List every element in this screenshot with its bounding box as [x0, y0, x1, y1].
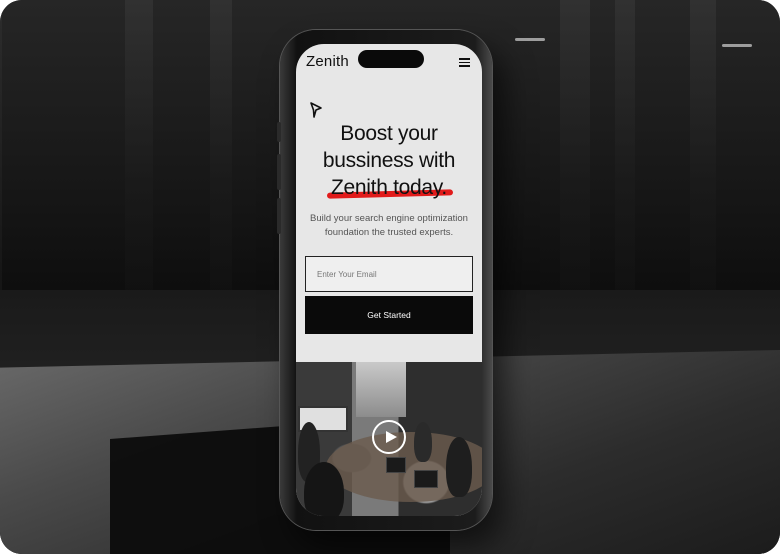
video-person [414, 422, 432, 462]
video-person [304, 462, 344, 516]
phone-screen: Zenith Boost your bussiness with Zenith … [296, 44, 482, 516]
headline-line-2: bussiness with [322, 149, 456, 172]
hero-subtitle: Build your search engine optimization fo… [310, 213, 468, 238]
phone-side-button [277, 122, 281, 142]
wall-panel [560, 0, 590, 310]
phone-device: Zenith Boost your bussiness with Zenith … [277, 30, 492, 530]
sparkle-icon [310, 102, 322, 118]
ceiling-light [722, 44, 752, 47]
play-icon [385, 431, 397, 443]
get-started-button[interactable]: Get Started [305, 296, 473, 334]
mockup-scene: Zenith Boost your bussiness with Zenith … [0, 0, 780, 554]
headline-line-1: Boost your [340, 122, 438, 145]
headline-highlight: Zenith today. [326, 174, 454, 201]
dynamic-island [358, 50, 424, 68]
ceiling-light [515, 38, 545, 41]
wall-panel [125, 0, 153, 310]
email-input[interactable]: Enter Your Email [305, 256, 473, 292]
hamburger-menu-icon[interactable] [459, 58, 470, 67]
wall-panel [690, 0, 716, 310]
phone-side-button [277, 198, 281, 234]
video-window [356, 362, 406, 417]
hero-headline: Boost your bussiness with Zenith today. [296, 120, 482, 201]
brand-logo[interactable]: Zenith [306, 53, 349, 70]
headline-highlight-text: Zenith today. [331, 176, 447, 199]
video-thumbnail[interactable] [296, 362, 482, 516]
video-laptop [386, 457, 406, 473]
play-button[interactable] [372, 420, 406, 454]
wall-panel [210, 0, 232, 310]
video-person [446, 437, 472, 497]
email-placeholder: Enter Your Email [317, 269, 377, 279]
video-laptop [414, 470, 438, 488]
phone-side-button [277, 154, 281, 190]
wall-panel [615, 0, 635, 310]
